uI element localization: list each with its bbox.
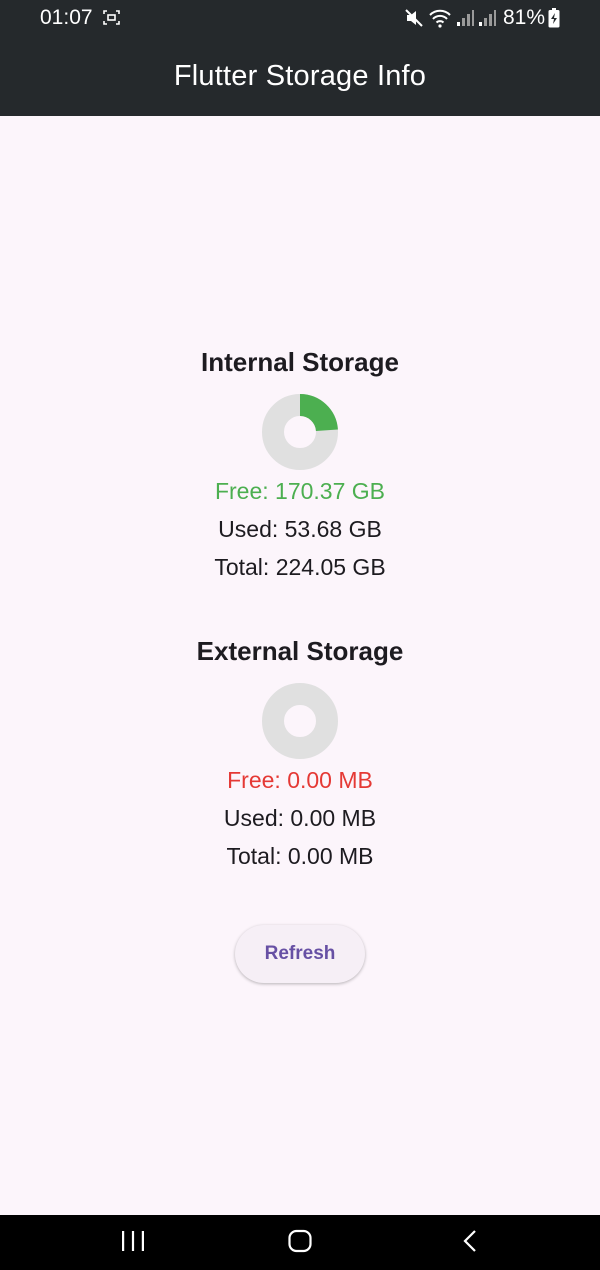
external-storage-chart	[262, 683, 338, 759]
screenshot-icon	[103, 10, 120, 25]
external-storage-title: External Storage	[196, 636, 404, 666]
internal-used-text: Used: 53.68 GB	[218, 516, 382, 542]
external-used-text: Used: 0.00 MB	[223, 805, 377, 831]
status-icons: 81%	[404, 5, 560, 31]
back-icon	[463, 1230, 476, 1252]
battery-charging-icon	[548, 8, 560, 28]
signal-icon	[456, 10, 474, 26]
main-content: Internal Storage Free: 170.37 GB Used: 5…	[0, 116, 600, 1215]
internal-storage-chart	[262, 394, 338, 470]
internal-storage-title: Internal Storage	[201, 347, 399, 377]
external-chart-track	[262, 683, 338, 759]
home-icon	[288, 1229, 312, 1253]
external-total-text: Total: 0.00 MB	[226, 843, 374, 869]
external-free-text: Free: 0.00 MB	[227, 767, 373, 793]
status-bar: 01:07 81%	[0, 0, 600, 36]
back-button[interactable]	[458, 1229, 482, 1253]
app-title: Flutter Storage Info	[173, 59, 427, 92]
internal-used-segment	[299, 394, 338, 432]
mute-icon	[405, 9, 423, 27]
app-bar: Flutter Storage Info	[0, 36, 600, 116]
navigation-bar	[0, 1215, 600, 1270]
wifi-icon	[429, 9, 451, 28]
internal-total-text: Total: 224.05 GB	[214, 554, 386, 580]
internal-free-text: Free: 170.37 GB	[214, 478, 386, 504]
recent-apps-button[interactable]	[118, 1229, 148, 1253]
battery-percent: 81%	[502, 6, 545, 29]
refresh-button[interactable]: Refresh	[235, 925, 365, 983]
home-button[interactable]	[287, 1229, 313, 1253]
status-time: 01:07	[40, 6, 93, 29]
signal-icon	[478, 10, 496, 26]
recent-apps-icon	[122, 1231, 144, 1251]
